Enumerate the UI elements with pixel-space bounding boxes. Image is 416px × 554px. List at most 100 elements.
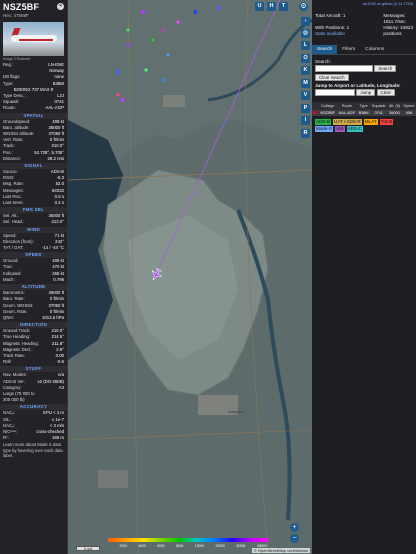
altitude-legend-bar bbox=[108, 538, 268, 542]
jump-input[interactable] bbox=[315, 89, 355, 96]
info-key: Sel. Head.: bbox=[3, 219, 25, 225]
info-value: -0.5 bbox=[56, 359, 64, 365]
info-key: 300 000 lb) bbox=[3, 397, 25, 403]
tab-search[interactable]: Search bbox=[312, 45, 338, 54]
map-button-u[interactable]: U bbox=[255, 2, 264, 11]
info-key: TAT / OAT: bbox=[3, 245, 24, 251]
info-value: 213.0° bbox=[51, 219, 64, 225]
source-badge[interactable]: UAT / ADS-R bbox=[333, 119, 362, 125]
info-key: QNH: bbox=[3, 314, 14, 320]
info-row: Mach: 0.796 bbox=[0, 277, 67, 283]
info-key: Route: bbox=[3, 105, 16, 111]
info-footer: Learn more about Mode S data type by hov… bbox=[3, 442, 63, 459]
info-value: 0.796 bbox=[53, 276, 64, 282]
flag-icon bbox=[312, 110, 319, 116]
aircraft-table: Callsign Route Type Squawk Alt. (ft) Speed NS… bbox=[312, 102, 416, 116]
spatial-info: Groundspeed: 408 kt Baro. altitude: 36000 f… bbox=[0, 119, 67, 162]
clear-button[interactable]: Clear bbox=[376, 89, 396, 96]
table-cell: 36000 bbox=[387, 110, 402, 116]
info-row: Last Seen: 0.2 s bbox=[0, 200, 67, 206]
sidebar: tar1090 on github (2.14.1754) Total Airc… bbox=[312, 0, 416, 554]
table-header: Callsign Route Type Squawk Alt. (ft) Speed bbox=[312, 102, 416, 110]
source-badge[interactable]: AIS bbox=[335, 126, 345, 132]
info-value: 1013.6 hPa bbox=[42, 314, 64, 320]
altitude-legend-label: 20000 bbox=[215, 544, 225, 548]
toggle-sidebar-icon[interactable]: › bbox=[301, 17, 310, 26]
map-button-t[interactable]: T bbox=[279, 2, 288, 11]
map-button-o[interactable]: O bbox=[301, 53, 310, 63]
source-badge[interactable]: TIS-B bbox=[379, 119, 394, 125]
version-link[interactable]: tar1090 on github (2.14.1754) bbox=[312, 0, 416, 8]
source-badge[interactable]: MLAT bbox=[363, 119, 378, 125]
info-value: B38M bbox=[52, 80, 64, 86]
map-button-l[interactable]: L bbox=[301, 41, 310, 50]
info-key: Distance: bbox=[3, 155, 21, 161]
source-legend: ADS-B UAT / ADS-R MLAT TIS-B Mode-S AIS ADS-C bbox=[312, 119, 416, 132]
info-key: Roll: bbox=[3, 359, 12, 365]
zoom-in-icon[interactable]: + bbox=[290, 523, 299, 532]
info-value[interactable]: AAL-AGP bbox=[45, 105, 64, 111]
column-header[interactable]: Type bbox=[357, 102, 371, 110]
settings-icon[interactable]: ⚙ bbox=[299, 2, 308, 11]
table-cell: AAL-AGP bbox=[336, 110, 358, 116]
info-row: Distance: 28.2 nmi bbox=[0, 156, 67, 162]
altitude-legend-label: 10000 bbox=[194, 544, 205, 548]
map-button-r[interactable]: R bbox=[301, 128, 310, 138]
close-icon[interactable]: ✕ bbox=[57, 3, 64, 10]
info-key: Reg.: bbox=[3, 62, 14, 67]
tab-filters[interactable]: Filters bbox=[337, 45, 360, 54]
hex-code: Hex: 47888F bbox=[3, 13, 29, 18]
source-badge[interactable]: Mode-S bbox=[315, 126, 334, 132]
info-row: 300 000 lb) bbox=[0, 397, 67, 403]
table-cell: NSZ5BF bbox=[318, 110, 337, 116]
info-key: Last Seen: bbox=[3, 200, 24, 206]
map-button-v[interactable]: V bbox=[301, 91, 310, 100]
zoom-out-icon[interactable]: − bbox=[290, 534, 299, 543]
map-button-p[interactable]: P bbox=[301, 103, 310, 113]
wind-info: Speed: 71 kt Direction (from): 242° TAT / OA… bbox=[0, 233, 67, 252]
map-scale: 5 nmi bbox=[76, 546, 100, 551]
tab-columns[interactable]: Columns bbox=[360, 45, 389, 54]
map-canvas[interactable] bbox=[68, 0, 312, 554]
aircraft-info-panel: NSZ5BF Hex: 47888F ✕ Image © Bostroth Re… bbox=[0, 0, 68, 554]
osm-credit[interactable]: © OpenStreetMap contributors bbox=[251, 548, 310, 553]
callsign: NSZ5BF bbox=[3, 2, 40, 12]
table-cell: B38M bbox=[357, 110, 371, 116]
direction-info: Ground Track: 210.0° True Heading: 214.6° Ma… bbox=[0, 328, 67, 365]
column-header[interactable]: Route bbox=[336, 102, 358, 110]
search-button[interactable]: Search bbox=[374, 65, 397, 72]
map-button-k[interactable]: K bbox=[301, 66, 310, 75]
table-row[interactable]: NSZ5BF AAL-AGP B38M 0741 36000 408 bbox=[312, 110, 416, 116]
stats-link[interactable]: Stats available bbox=[315, 31, 349, 37]
column-header[interactable]: Callsign bbox=[318, 102, 337, 110]
column-header[interactable]: Speed bbox=[401, 102, 416, 110]
table-cell: 0741 bbox=[370, 110, 388, 116]
source-badge[interactable]: ADS-B bbox=[315, 119, 332, 125]
aircraft-photo[interactable] bbox=[3, 22, 64, 56]
reset-view-icon[interactable]: ◎ bbox=[301, 29, 310, 38]
map-button-i[interactable]: I bbox=[301, 116, 310, 125]
clear-search-button[interactable]: Clear Search bbox=[315, 74, 349, 81]
info-row: TAT / OAT: -14 / -44 °C bbox=[0, 245, 67, 251]
altitude-legend-label: 2000 bbox=[119, 544, 127, 548]
sidebar-tabs: Search Filters Columns bbox=[312, 45, 416, 55]
info-row: Sel. Head.: 213.0° bbox=[0, 219, 67, 225]
info-row: Route: AAL-AGP bbox=[0, 105, 67, 111]
altitude-info: Barometric: 36000 ft Baro. Rate: 0 ft/min Ge… bbox=[0, 290, 67, 321]
info-key: Type: bbox=[3, 80, 14, 86]
info-key: Rᶜ: bbox=[3, 435, 9, 441]
map[interactable]: U H T ⚙ › ◎ + − Kampen 5 nmi 2000 4000 600… bbox=[68, 0, 312, 554]
column-header[interactable]: Alt. (ft) bbox=[387, 102, 402, 110]
search-input[interactable] bbox=[315, 65, 373, 72]
map-button-m[interactable]: M bbox=[301, 78, 310, 88]
history-unit: positions bbox=[383, 31, 402, 36]
info-row: QNH: 1013.6 hPa bbox=[0, 315, 67, 321]
column-header[interactable]: Squawk bbox=[370, 102, 388, 110]
column-header[interactable] bbox=[312, 102, 319, 110]
jump-button[interactable]: Jump bbox=[356, 89, 376, 96]
jump-label: Jump to Airport or Latitude, Longitude: bbox=[315, 83, 401, 88]
source-badge[interactable]: ADS-C bbox=[346, 126, 363, 132]
total-aircraft: Total Aircraft: 1 bbox=[315, 13, 346, 18]
map-button-h[interactable]: H bbox=[267, 2, 276, 11]
info-header: NSZ5BF Hex: 47888F ✕ bbox=[0, 0, 67, 20]
